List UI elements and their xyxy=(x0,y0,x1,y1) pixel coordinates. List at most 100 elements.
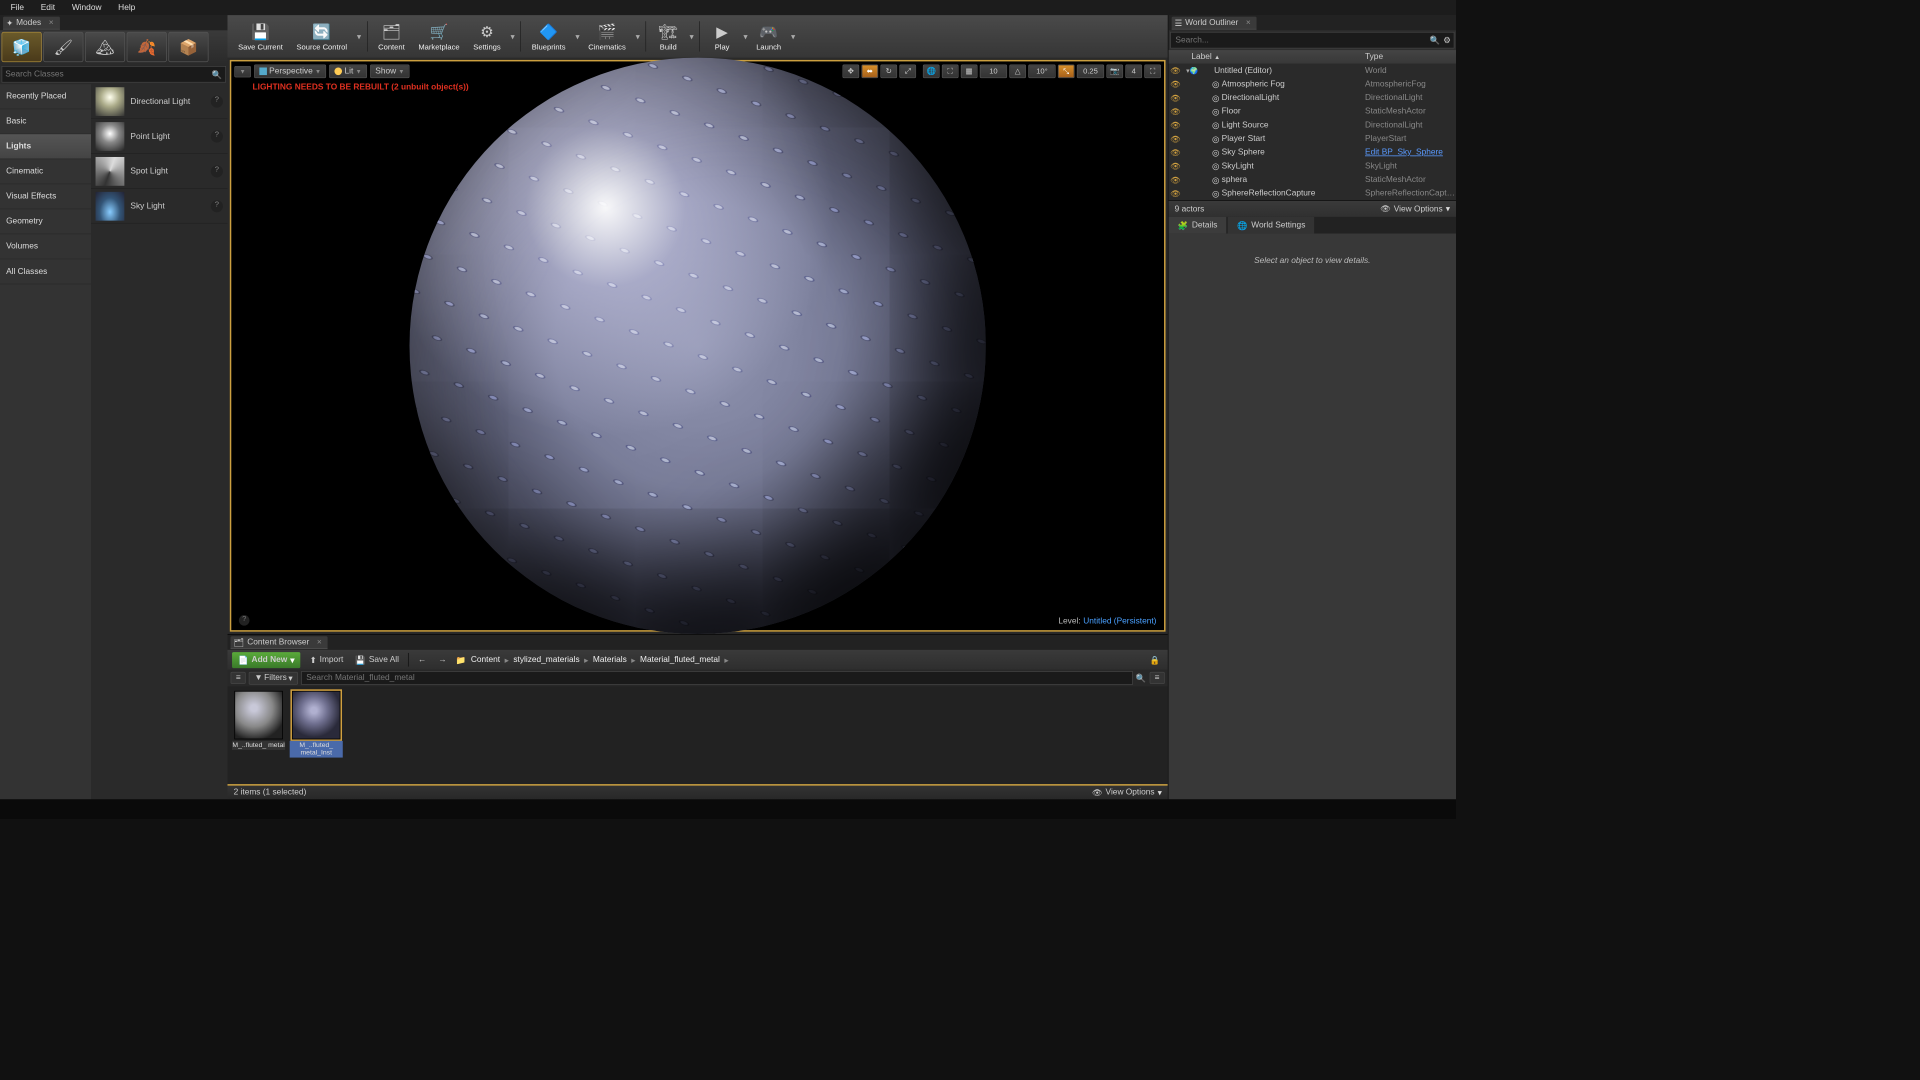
menu-edit[interactable]: Edit xyxy=(33,2,63,14)
cat-cinematic[interactable]: Cinematic xyxy=(0,159,91,184)
modes-search-input[interactable] xyxy=(5,70,211,79)
tab-details[interactable]: 🧩Details xyxy=(1169,217,1227,234)
show-button[interactable]: Show▼ xyxy=(370,64,410,78)
mode-geometry-icon[interactable]: 📦 xyxy=(168,32,208,62)
close-icon[interactable]: × xyxy=(49,18,54,27)
close-icon[interactable]: × xyxy=(317,638,322,647)
mode-foliage-icon[interactable]: 🍂 xyxy=(127,32,167,62)
help-icon[interactable]: ? xyxy=(211,165,223,177)
visibility-icon[interactable]: 👁 xyxy=(1169,188,1183,198)
help-icon[interactable]: ? xyxy=(211,95,223,107)
nav-back-button[interactable]: ← xyxy=(415,653,429,667)
gizmo-scale-button[interactable]: ⤢ xyxy=(899,64,916,78)
play-button[interactable]: ▶Play xyxy=(705,17,740,56)
scale-value-button[interactable]: 0.25 xyxy=(1077,64,1104,78)
mode-paint-icon[interactable]: 🖌 xyxy=(43,32,83,62)
asset-item[interactable]: M_..fluted_ metal_Inst xyxy=(290,691,343,780)
outliner-search-input[interactable] xyxy=(1171,36,1430,45)
angle-snap-button[interactable]: △ xyxy=(1009,64,1026,78)
chevron-down-icon[interactable]: ▾ xyxy=(741,31,749,41)
chevron-down-icon[interactable]: ▾ xyxy=(573,31,581,41)
import-button[interactable]: ⬆Import xyxy=(307,653,347,667)
build-button[interactable]: 🏗Build xyxy=(651,17,686,56)
gizmo-translate-button[interactable]: ⬌ xyxy=(861,64,878,78)
outliner-search[interactable]: 🔍 ⚙ xyxy=(1170,32,1454,49)
visibility-icon[interactable]: 👁 xyxy=(1169,134,1183,144)
actor-spot-light[interactable]: Spot Light ? xyxy=(91,154,227,189)
help-icon[interactable]: ? xyxy=(211,130,223,142)
help-icon[interactable]: ? xyxy=(211,200,223,212)
mode-place-icon[interactable]: 🧊 xyxy=(2,32,42,62)
launch-button[interactable]: 🎮Launch xyxy=(750,17,787,56)
gizmo-rotate-button[interactable]: ↻ xyxy=(880,64,897,78)
actor-directional-light[interactable]: Directional Light ? xyxy=(91,84,227,119)
grid-snap-button[interactable]: ▦ xyxy=(961,64,978,78)
cat-recently-placed[interactable]: Recently Placed xyxy=(0,84,91,109)
outliner-row[interactable]: 👁◎DirectionalLightDirectionalLight xyxy=(1169,91,1456,105)
outliner-row[interactable]: 👁◎Atmospheric FogAtmosphericFog xyxy=(1169,77,1456,91)
crumb-item[interactable]: stylized_materials xyxy=(513,655,579,664)
visibility-icon[interactable]: 👁 xyxy=(1169,147,1183,157)
chevron-down-icon[interactable]: ▾ xyxy=(508,31,516,41)
camera-speed-button[interactable]: 📷 xyxy=(1106,64,1123,78)
visibility-icon[interactable]: 👁 xyxy=(1169,66,1183,76)
camera-value-button[interactable]: 4 xyxy=(1125,64,1142,78)
viewport[interactable]: ▼ Perspective▼ Lit▼ Show▼ ✥ ⬌ ↻ ⤢ 🌐 ⛶ ▦ … xyxy=(230,60,1166,632)
perspective-button[interactable]: Perspective▼ xyxy=(254,64,326,78)
gizmo-select-button[interactable]: ✥ xyxy=(843,64,860,78)
visibility-icon[interactable]: 👁 xyxy=(1169,93,1183,103)
lock-button[interactable]: 🔒 xyxy=(1147,653,1163,667)
content-search-input[interactable] xyxy=(301,671,1133,685)
outliner-header[interactable]: Label ▲ Type xyxy=(1169,50,1456,64)
view-type-button[interactable]: ≡ xyxy=(1149,672,1164,684)
nav-fwd-button[interactable]: → xyxy=(435,653,449,667)
lit-button[interactable]: Lit▼ xyxy=(329,64,367,78)
outliner-row-type[interactable]: Edit BP_Sky_Sphere xyxy=(1365,148,1456,157)
sources-toggle[interactable]: ≡ xyxy=(231,672,246,684)
world-outliner-tab[interactable]: ☰ World Outliner × xyxy=(1172,16,1257,29)
content-button[interactable]: 🗂Content xyxy=(372,17,411,56)
grid-size-button[interactable]: 10 xyxy=(980,64,1007,78)
menu-file[interactable]: File xyxy=(3,2,32,14)
save-all-button[interactable]: 💾Save All xyxy=(352,653,402,667)
cat-basic[interactable]: Basic xyxy=(0,109,91,134)
modes-tab[interactable]: ✦ Modes × xyxy=(3,16,60,29)
options-icon[interactable]: ⚙ xyxy=(1440,35,1454,45)
marketplace-button[interactable]: 🛒Marketplace xyxy=(412,17,465,56)
chevron-down-icon[interactable]: ▾ xyxy=(789,31,797,41)
cat-lights[interactable]: Lights xyxy=(0,134,91,159)
modes-search[interactable]: 🔍 xyxy=(2,66,226,83)
cinematics-button[interactable]: 🎬Cinematics xyxy=(582,17,632,56)
cat-geometry[interactable]: Geometry xyxy=(0,209,91,234)
actor-sky-light[interactable]: Sky Light ? xyxy=(91,189,227,224)
mode-landscape-icon[interactable]: 🏔 xyxy=(85,32,125,62)
blueprints-button[interactable]: 🔷Blueprints xyxy=(526,17,572,56)
help-icon[interactable]: ? xyxy=(239,615,250,626)
visibility-icon[interactable]: 👁 xyxy=(1169,175,1183,185)
cat-visual-effects[interactable]: Visual Effects xyxy=(0,184,91,209)
visibility-icon[interactable]: 👁 xyxy=(1169,161,1183,171)
menu-help[interactable]: Help xyxy=(111,2,143,14)
surface-snap-button[interactable]: ⛶ xyxy=(942,64,959,78)
outliner-row[interactable]: 👁◎spheraStaticMeshActor xyxy=(1169,173,1456,187)
crumb-item[interactable]: Materials xyxy=(593,655,627,664)
crumb-item[interactable]: Content xyxy=(471,655,500,664)
outliner-row[interactable]: 👁◎Light SourceDirectionalLight xyxy=(1169,118,1456,132)
source-control-button[interactable]: 🔄Source Control xyxy=(290,17,353,56)
chevron-down-icon[interactable]: ▾ xyxy=(687,31,695,41)
viewport-options-button[interactable]: ▼ xyxy=(234,66,251,77)
crumb-item[interactable]: Material_fluted_metal xyxy=(640,655,720,664)
cat-volumes[interactable]: Volumes xyxy=(0,234,91,259)
settings-button[interactable]: ⚙Settings xyxy=(467,17,507,56)
close-icon[interactable]: × xyxy=(1246,18,1251,27)
visibility-icon[interactable]: 👁 xyxy=(1169,120,1183,130)
outliner-row[interactable]: 👁◎SkyLightSkyLight xyxy=(1169,159,1456,173)
tab-world-settings[interactable]: 🌐World Settings xyxy=(1228,217,1314,234)
add-new-button[interactable]: 📄 Add New ▾ xyxy=(232,652,300,668)
filters-button[interactable]: ▼Filters ▾ xyxy=(249,672,298,685)
outliner-row[interactable]: 👁▾🌍Untitled (Editor)World xyxy=(1169,64,1456,78)
chevron-down-icon[interactable]: ▾ xyxy=(355,31,363,41)
save-current-button[interactable]: 💾Save Current xyxy=(232,17,289,56)
view-options-button[interactable]: 👁View Options ▾ xyxy=(1092,788,1162,798)
outliner-row[interactable]: 👁◎SphereReflectionCaptureSphereReflectio… xyxy=(1169,187,1456,201)
